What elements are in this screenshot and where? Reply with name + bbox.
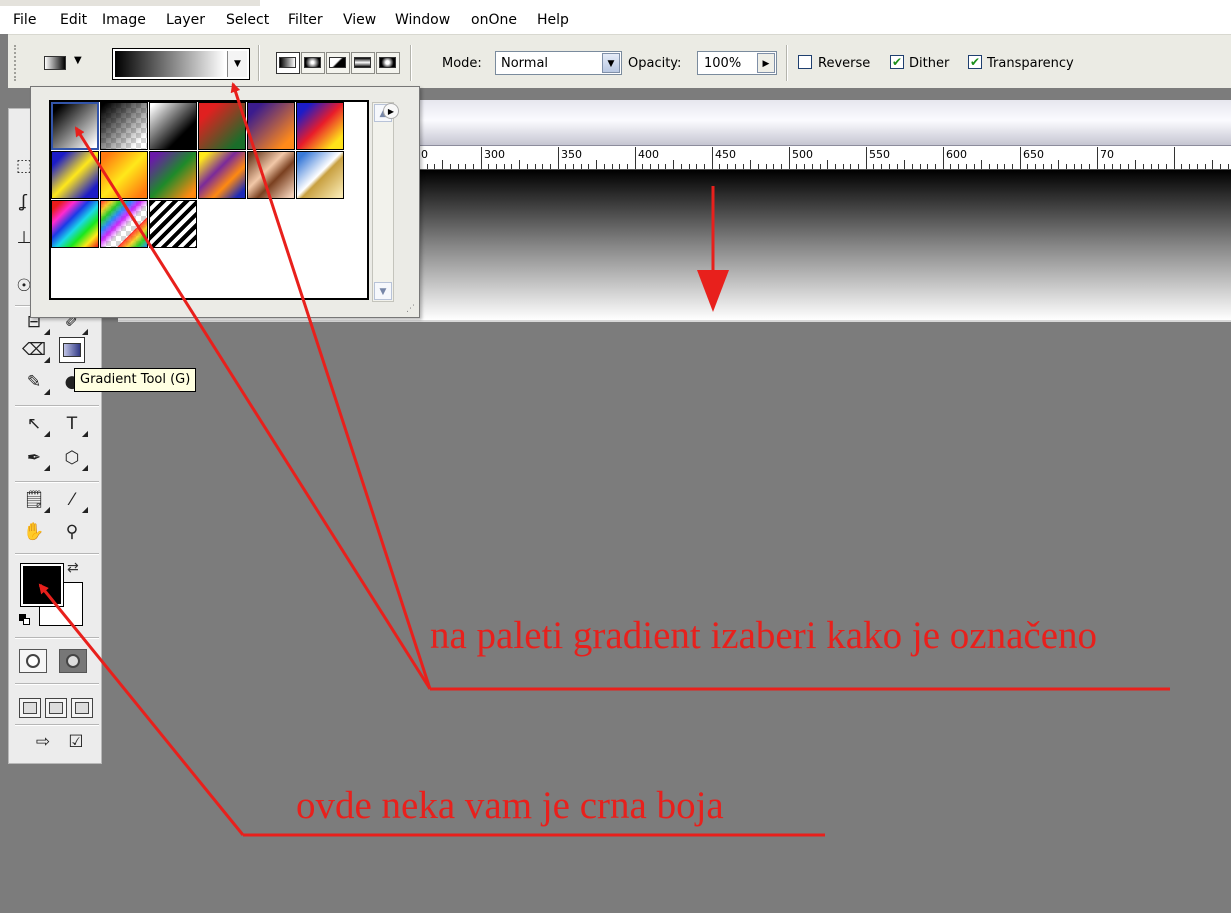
annotation-lines [38, 82, 1170, 837]
arrow-to-foreground-color [38, 583, 245, 836]
annotation-note-color: ovde neka vam je crna boja [296, 784, 724, 827]
arrow-to-preset [74, 126, 432, 690]
gradient-direction-arrowhead [697, 270, 729, 312]
tutorial-annotations [38, 82, 1170, 837]
arrow-to-gradient-picker [230, 82, 432, 690]
annotation-note-palette: na paleti gradient izaberi kako je označ… [430, 614, 1097, 657]
